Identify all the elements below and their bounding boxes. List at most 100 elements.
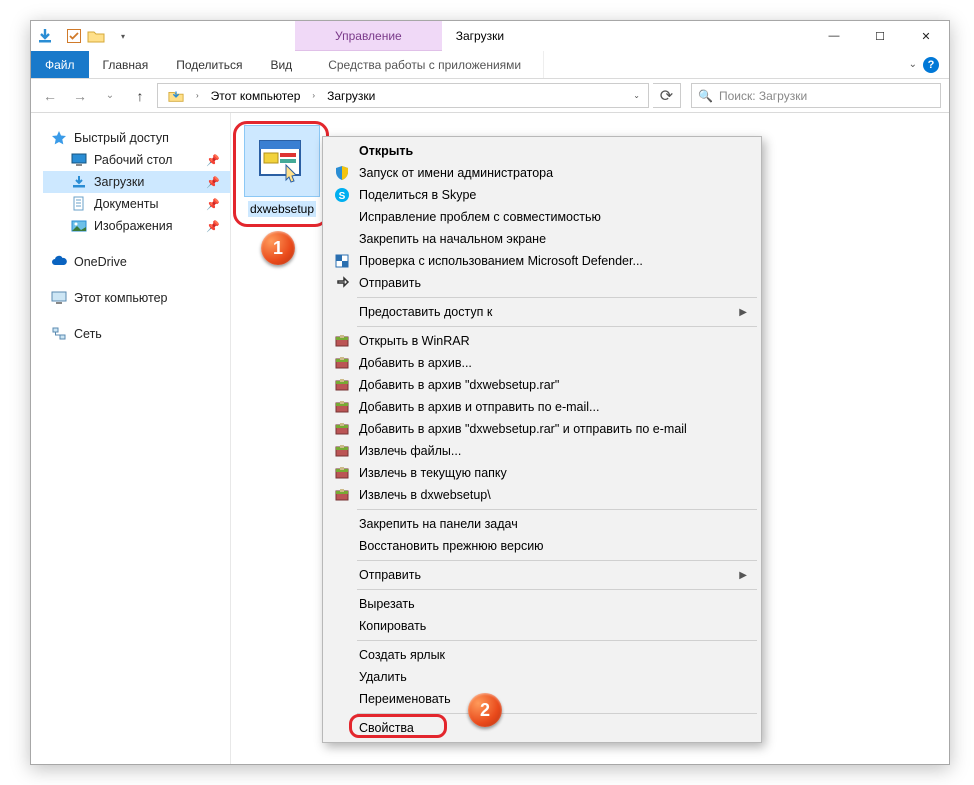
- navigation-bar: ← → ⌄ ↑ › Этот компьютер › Загрузки ⌄ ⟳ …: [31, 79, 949, 113]
- nav-pictures[interactable]: Изображения 📌: [43, 215, 230, 237]
- ctx-open[interactable]: Открыть: [325, 140, 759, 162]
- ctx-pin-taskbar[interactable]: Закрепить на панели задач: [325, 513, 759, 535]
- nav-label: Быстрый доступ: [74, 131, 169, 145]
- download-arrow-icon: [35, 26, 55, 46]
- ctx-extract-here[interactable]: Извлечь в текущую папку: [325, 462, 759, 484]
- checkbox-checked-icon[interactable]: [64, 26, 84, 46]
- file-icon: [244, 125, 320, 197]
- chevron-right-icon[interactable]: ›: [192, 91, 203, 100]
- ctx-delete[interactable]: Удалить: [325, 666, 759, 688]
- ribbon-context-group-apptools[interactable]: Средства работы с приложениями: [306, 51, 544, 78]
- winrar-icon: [333, 420, 351, 438]
- ctx-open-winrar[interactable]: Открыть в WinRAR: [325, 330, 759, 352]
- ctx-create-shortcut[interactable]: Создать ярлык: [325, 644, 759, 666]
- ribbon-tab-file[interactable]: Файл: [31, 51, 89, 78]
- help-icon[interactable]: ?: [923, 57, 939, 73]
- ctx-troubleshoot-compat[interactable]: Исправление проблем с совместимостью: [325, 206, 759, 228]
- ctx-extract[interactable]: Извлечь файлы...: [325, 440, 759, 462]
- winrar-icon: [333, 398, 351, 416]
- nav-label: Сеть: [74, 327, 102, 341]
- nav-onedrive[interactable]: OneDrive: [43, 251, 230, 273]
- nav-label: Изображения: [94, 219, 173, 233]
- nav-network[interactable]: Сеть: [43, 323, 230, 345]
- computer-icon: [51, 290, 67, 306]
- nav-label: Загрузки: [94, 175, 144, 189]
- refresh-button[interactable]: ⟳: [653, 83, 681, 108]
- star-icon: [51, 130, 67, 146]
- nav-label: Этот компьютер: [74, 291, 167, 305]
- nav-label: Рабочий стол: [94, 153, 172, 167]
- nav-downloads[interactable]: Загрузки 📌: [43, 171, 230, 193]
- nav-up-button[interactable]: ↑: [127, 83, 153, 109]
- search-input[interactable]: 🔍 Поиск: Загрузки: [691, 83, 941, 108]
- ctx-separator: [357, 589, 757, 590]
- desktop-icon: [71, 152, 87, 168]
- ctx-cut[interactable]: Вырезать: [325, 593, 759, 615]
- ctx-add-archive-named-email[interactable]: Добавить в архив "dxwebsetup.rar" и отпр…: [325, 418, 759, 440]
- search-icon: 🔍: [698, 89, 713, 103]
- qat-dropdown-icon[interactable]: ▾: [115, 32, 131, 41]
- downloads-folder-icon: [71, 174, 87, 190]
- nav-label: Документы: [94, 197, 158, 211]
- defender-icon: [333, 252, 351, 270]
- search-placeholder: Поиск: Загрузки: [719, 89, 807, 103]
- chevron-right-icon: ▶: [739, 570, 747, 581]
- ctx-add-archive-named[interactable]: Добавить в архив "dxwebsetup.rar": [325, 374, 759, 396]
- ctx-defender-scan[interactable]: Проверка с использованием Microsoft Defe…: [325, 250, 759, 272]
- ribbon-tab-home[interactable]: Главная: [89, 51, 163, 78]
- ctx-separator: [357, 509, 757, 510]
- close-button[interactable]: ✕: [903, 21, 949, 51]
- ctx-pin-start[interactable]: Закрепить на начальном экране: [325, 228, 759, 250]
- breadcrumb-root-icon[interactable]: [162, 89, 190, 103]
- pin-icon: 📌: [206, 198, 220, 211]
- maximize-button[interactable]: ☐: [857, 21, 903, 51]
- file-item-dxwebsetup[interactable]: dxwebsetup: [237, 125, 327, 217]
- pictures-icon: [71, 218, 87, 234]
- network-icon: [51, 326, 67, 342]
- chevron-right-icon[interactable]: ›: [308, 91, 319, 100]
- ctx-send-to[interactable]: Отправить▶: [325, 564, 759, 586]
- ctx-separator: [357, 560, 757, 561]
- ctx-share-skype[interactable]: S Поделиться в Skype: [325, 184, 759, 206]
- onedrive-icon: [51, 254, 67, 270]
- winrar-icon: [333, 376, 351, 394]
- nav-this-pc[interactable]: Этот компьютер: [43, 287, 230, 309]
- ctx-properties[interactable]: Свойства: [325, 717, 759, 739]
- ctx-add-archive[interactable]: Добавить в архив...: [325, 352, 759, 374]
- ribbon-context-tab-manage[interactable]: Управление: [295, 21, 442, 51]
- ctx-add-archive-email[interactable]: Добавить в архив и отправить по e-mail..…: [325, 396, 759, 418]
- file-name-label: dxwebsetup: [248, 201, 316, 217]
- ctx-extract-to[interactable]: Извлечь в dxwebsetup\: [325, 484, 759, 506]
- winrar-icon: [333, 354, 351, 372]
- ctx-rename[interactable]: Переименовать: [325, 688, 759, 710]
- nav-back-button[interactable]: ←: [37, 83, 63, 109]
- pin-icon: 📌: [206, 220, 220, 233]
- ribbon-collapse-icon[interactable]: ⌄: [909, 59, 917, 70]
- nav-desktop[interactable]: Рабочий стол 📌: [43, 149, 230, 171]
- ctx-run-as-admin[interactable]: Запуск от имени администратора: [325, 162, 759, 184]
- address-bar[interactable]: › Этот компьютер › Загрузки ⌄: [157, 83, 649, 108]
- annotation-badge-2: 2: [468, 693, 502, 727]
- nav-recent-dropdown[interactable]: ⌄: [97, 83, 123, 109]
- titlebar: ▾ Управление Загрузки — ☐ ✕: [31, 21, 949, 51]
- ctx-separator: [357, 326, 757, 327]
- address-dropdown-icon[interactable]: ⌄: [629, 91, 644, 100]
- ribbon-tab-view[interactable]: Вид: [256, 51, 306, 78]
- ctx-copy[interactable]: Копировать: [325, 615, 759, 637]
- nav-label: OneDrive: [74, 255, 127, 269]
- breadcrumb-downloads[interactable]: Загрузки: [321, 89, 381, 103]
- nav-quick-access[interactable]: Быстрый доступ: [43, 127, 230, 149]
- winrar-icon: [333, 464, 351, 482]
- minimize-button[interactable]: —: [811, 21, 857, 51]
- breadcrumb-this-pc[interactable]: Этот компьютер: [205, 89, 307, 103]
- ctx-share[interactable]: Отправить: [325, 272, 759, 294]
- annotation-badge-1: 1: [261, 231, 295, 265]
- ctx-restore-previous[interactable]: Восстановить прежнюю версию: [325, 535, 759, 557]
- nav-documents[interactable]: Документы 📌: [43, 193, 230, 215]
- ribbon-tab-share[interactable]: Поделиться: [162, 51, 256, 78]
- pin-icon: 📌: [206, 154, 220, 167]
- nav-forward-button: →: [67, 83, 93, 109]
- ctx-separator: [357, 713, 757, 714]
- ctx-give-access[interactable]: Предоставить доступ к▶: [325, 301, 759, 323]
- shield-icon: [333, 164, 351, 182]
